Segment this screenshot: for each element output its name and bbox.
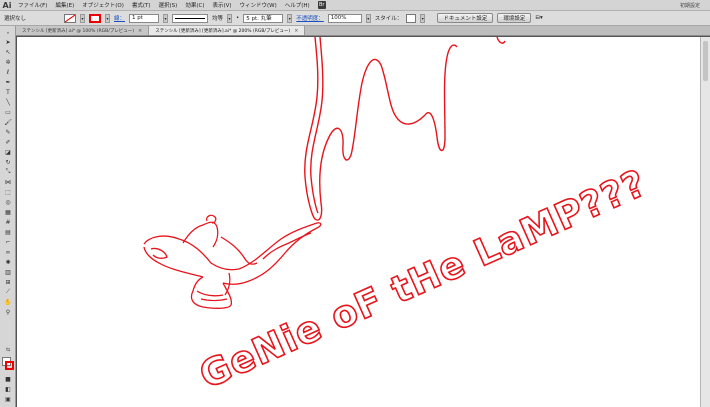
fill-dropdown-icon[interactable]: ▾ <box>80 13 85 23</box>
stroke-weight-field[interactable]: 1 pt <box>129 13 160 23</box>
shape-builder-tool-icon[interactable]: ◎ <box>3 198 13 206</box>
arrange-icon[interactable]: ⊟▾ <box>535 15 542 21</box>
brush-dropdown-icon[interactable]: ▾ <box>287 13 293 23</box>
rotate-tool-icon[interactable]: ↻ <box>3 158 13 166</box>
slice-tool-icon[interactable]: ⟋ <box>3 288 13 296</box>
opacity-value: 100% <box>330 15 347 21</box>
symbol-sprayer-tool-icon[interactable]: ✺ <box>3 258 13 266</box>
type-tool-icon[interactable]: T <box>3 88 13 96</box>
perspective-grid-tool-icon[interactable]: ▦ <box>3 208 13 216</box>
style-dropdown-icon[interactable]: ▾ <box>420 13 426 23</box>
selection-tool-icon[interactable]: ➤ <box>3 38 13 46</box>
blob-brush-tool-icon[interactable]: ✐ <box>3 138 13 146</box>
document-tab-2[interactable]: ステンシル [更新済み] [更新済み].ai* @ 200% (RGB/プレビュ… <box>149 26 306 35</box>
menu-bar: Ai ファイル(F) 編集(E) オブジェクト(O) 書式(T) 選択(S) 効… <box>0 0 710 11</box>
free-transform-tool-icon[interactable]: ⬚ <box>3 188 13 196</box>
menu-view[interactable]: 表示(V) <box>208 1 235 9</box>
illustrator-window: Ai ファイル(F) 編集(E) オブジェクト(O) 書式(T) 選択(S) 効… <box>0 0 710 407</box>
stroke-weight-value: 1 pt <box>132 15 143 21</box>
column-graph-tool-icon[interactable]: ▥ <box>3 268 13 276</box>
artboard-canvas[interactable]: GeNie oF tHe LaMP??? <box>17 37 700 407</box>
swap-fill-stroke-icon[interactable]: ⇆ <box>3 346 13 354</box>
graphic-style-swatch[interactable] <box>406 13 417 23</box>
app-logo: Ai <box>2 0 12 10</box>
menu-effect[interactable]: 効果(C) <box>181 1 208 9</box>
menu-file[interactable]: ファイル(F) <box>14 1 51 9</box>
document-tab-label: ステンシル [更新済み] [更新済み].ai* @ 200% (RGB/プレビュ… <box>155 28 291 34</box>
pen-tool-icon[interactable]: ✒ <box>3 78 13 86</box>
line-tool-icon[interactable]: ╲ <box>3 98 13 106</box>
collapse-icon[interactable]: » <box>3 28 13 36</box>
document-tab-bar: ステンシル [更新済み].ai* @ 100% (RGB/プレビュー) × ステ… <box>16 26 710 36</box>
control-bar: 選択なし ▾ ▾ 線： 1 pt ▾ 均等 ▾ • 5 pt. 丸筆 ▾ 不透明… <box>0 11 710 26</box>
width-tool-icon[interactable]: ⋈ <box>3 178 13 186</box>
menu-edit[interactable]: 編集(E) <box>51 1 78 9</box>
rectangle-tool-icon[interactable]: ▭ <box>3 108 13 116</box>
hand-tool-icon[interactable]: ✋ <box>3 298 13 306</box>
drip-artwork[interactable] <box>304 37 506 221</box>
color-mode-icon[interactable]: ■ <box>3 375 13 383</box>
stroke-dropdown-icon[interactable]: ▾ <box>105 13 110 23</box>
brush-definition-field[interactable]: 5 pt. 丸筆 <box>243 13 284 23</box>
magic-wand-tool-icon[interactable]: ✲ <box>3 58 13 66</box>
document-setup-button[interactable]: ドキュメント設定 <box>437 13 494 23</box>
zoom-tool-icon[interactable]: ⚲ <box>3 308 13 316</box>
profile-dropdown-icon[interactable]: ▾ <box>227 13 233 23</box>
stroke-color-box[interactable] <box>5 361 14 370</box>
artwork-svg: GeNie oF tHe LaMP??? <box>143 37 654 398</box>
preferences-button[interactable]: 環境設定 <box>497 13 532 23</box>
artboard-tool-icon[interactable]: ⊞ <box>3 278 13 286</box>
scrollbar-thumb[interactable] <box>703 41 708 81</box>
fill-swatch[interactable] <box>64 13 76 23</box>
selection-status: 選択なし <box>4 16 27 22</box>
opacity-field[interactable]: 100% <box>327 13 362 23</box>
lamp-artwork[interactable] <box>143 214 322 309</box>
brush-definition-value: 5 pt. 丸筆 <box>246 16 272 22</box>
document-tab-1[interactable]: ステンシル [更新済み].ai* @ 100% (RGB/プレビュー) × <box>16 26 150 35</box>
direct-selection-tool-icon[interactable]: ↖ <box>3 48 13 56</box>
opacity-panel-link[interactable]: 不透明度： <box>296 14 324 22</box>
drawing-mode-icon[interactable]: ◧ <box>3 385 13 393</box>
menu-object[interactable]: オブジェクト(O) <box>78 1 128 9</box>
stroke-profile-label: 均等 <box>212 16 224 22</box>
menu-help[interactable]: ヘルプ(H) <box>281 1 314 9</box>
brush-dot-icon: • <box>236 15 240 21</box>
stroke-panel-link[interactable]: 線： <box>114 14 125 22</box>
stroke-weight-dropdown-icon[interactable]: ▾ <box>163 13 169 23</box>
scale-tool-icon[interactable]: ⤡ <box>3 168 13 176</box>
lasso-tool-icon[interactable]: ℓ <box>3 68 13 76</box>
close-icon[interactable]: × <box>138 28 142 34</box>
eraser-tool-icon[interactable]: ◪ <box>3 148 13 156</box>
variable-width-profile[interactable] <box>172 13 209 23</box>
menu-window[interactable]: ウィンドウ(W) <box>236 1 281 9</box>
screen-mode-icon[interactable]: ▣ <box>3 395 13 403</box>
vertical-scrollbar[interactable] <box>700 37 710 407</box>
pencil-tool-icon[interactable]: ✎ <box>3 128 13 136</box>
stroke-swatch[interactable] <box>89 13 101 23</box>
bridge-icon[interactable]: Br <box>317 1 326 9</box>
paintbrush-tool-icon[interactable]: 🖌 <box>3 118 13 126</box>
opacity-dropdown-icon[interactable]: ▾ <box>365 13 371 23</box>
blend-tool-icon[interactable]: ∞ <box>3 248 13 256</box>
document-tab-label: ステンシル [更新済み].ai* @ 100% (RGB/プレビュー) <box>22 28 135 34</box>
menu-select[interactable]: 選択(S) <box>155 1 182 9</box>
workspace-switcher[interactable]: 初期設定 <box>680 0 700 11</box>
menu-type[interactable]: 書式(T) <box>128 1 155 9</box>
style-label: スタイル： <box>374 16 403 22</box>
genie-text[interactable]: GeNie oF tHe LaMP??? <box>192 160 653 398</box>
eyedropper-tool-icon[interactable]: ⌐ <box>3 238 13 246</box>
tools-panel: » ➤ ↖ ✲ ℓ ✒ T ╲ ▭ 🖌 ✎ ✐ ◪ ↻ ⤡ ⋈ ⬚ ◎ ▦ # … <box>0 26 16 407</box>
close-icon[interactable]: × <box>294 28 298 34</box>
gradient-tool-icon[interactable]: ▤ <box>3 228 13 236</box>
mesh-tool-icon[interactable]: # <box>3 218 13 226</box>
